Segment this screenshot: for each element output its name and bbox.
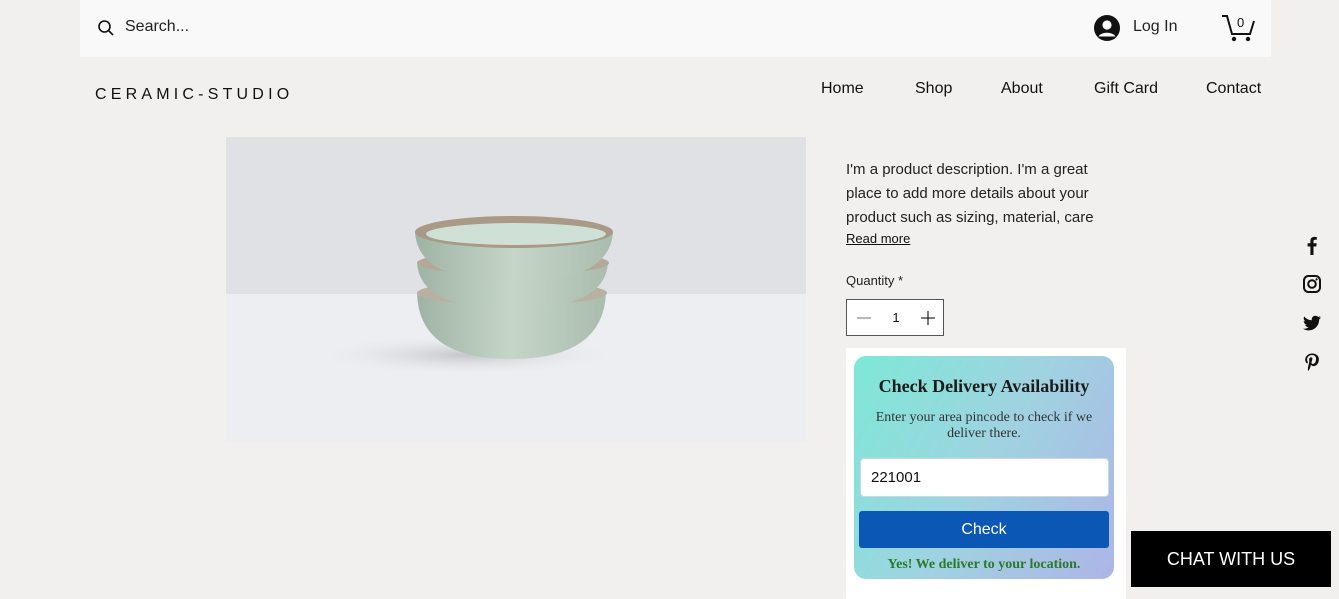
nav-contact[interactable]: Contact xyxy=(1206,80,1261,98)
nav-shop[interactable]: Shop xyxy=(915,80,952,98)
user-avatar-icon[interactable] xyxy=(1093,14,1121,42)
instagram-icon[interactable] xyxy=(1301,273,1323,295)
delivery-widget-frame: Check Delivery Availability Enter your a… xyxy=(846,348,1126,599)
cart-count: 0 xyxy=(1237,15,1245,30)
read-more-link[interactable]: Read more xyxy=(846,231,910,246)
delivery-result: Yes! We deliver to your location. xyxy=(887,557,1081,572)
product-description: I'm a product description. I'm a great p… xyxy=(846,161,1094,226)
facebook-icon[interactable] xyxy=(1301,234,1323,256)
quantity-value[interactable]: 1 xyxy=(887,310,905,325)
nav-about[interactable]: About xyxy=(1001,80,1043,98)
login-link[interactable]: Log In xyxy=(1133,18,1177,36)
minus-icon[interactable] xyxy=(855,309,873,327)
search-icon[interactable] xyxy=(97,19,115,37)
search-input[interactable]: Search... xyxy=(125,18,189,36)
chat-with-us-button[interactable]: CHAT WITH US xyxy=(1131,531,1331,587)
product-image[interactable] xyxy=(226,137,806,442)
check-button[interactable]: Check xyxy=(859,511,1109,548)
nav-home[interactable]: Home xyxy=(821,80,864,98)
pincode-input[interactable] xyxy=(860,458,1109,497)
pinterest-icon[interactable] xyxy=(1301,351,1323,373)
delivery-subtitle: Enter your area pincode to check if we d… xyxy=(875,410,1093,441)
quantity-label: Quantity * xyxy=(846,273,904,288)
delivery-check-card: Check Delivery Availability Enter your a… xyxy=(854,356,1114,579)
quantity-stepper: 1 xyxy=(846,299,944,336)
nav-gift-card[interactable]: Gift Card xyxy=(1094,80,1158,98)
stacked-bowls-photo xyxy=(226,137,806,442)
plus-icon[interactable] xyxy=(919,309,937,327)
top-bar: Search... Log In 0 xyxy=(80,0,1271,57)
twitter-icon[interactable] xyxy=(1301,312,1323,334)
main-nav: Home Shop About Gift Card Contact xyxy=(0,80,1339,100)
delivery-title: Check Delivery Availability xyxy=(878,376,1090,396)
